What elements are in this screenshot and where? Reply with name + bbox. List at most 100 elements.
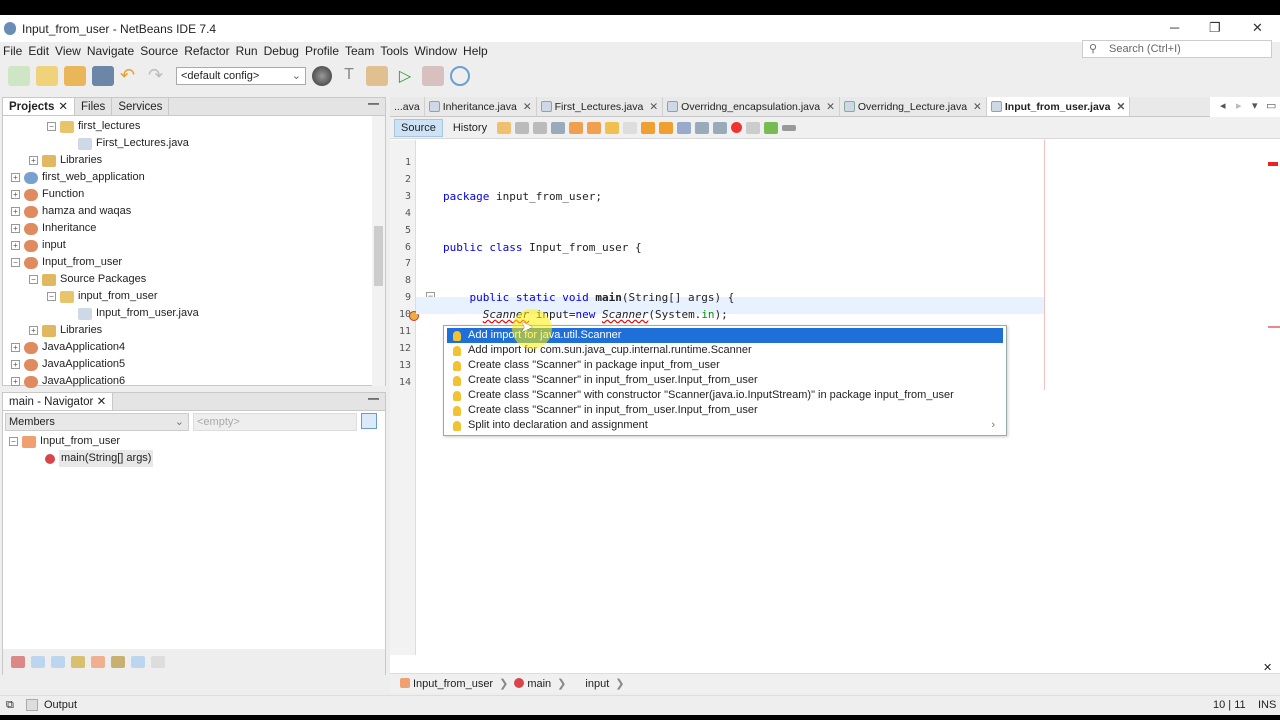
clean-build-icon[interactable]: [366, 66, 388, 86]
error-stripe-line[interactable]: [1268, 326, 1280, 328]
open-project-icon[interactable]: [64, 66, 86, 86]
back-icon[interactable]: [515, 121, 530, 134]
tree-item[interactable]: − first_lectures: [47, 118, 140, 135]
breadcrumb-item[interactable]: input ❯: [572, 677, 624, 690]
minimize-button[interactable]: ─: [1170, 20, 1179, 35]
tab-projects[interactable]: Projects ✕: [3, 98, 76, 115]
undo-icon[interactable]: ↶: [120, 66, 142, 86]
chevron-right-icon[interactable]: ›: [991, 418, 995, 433]
fields-icon[interactable]: [31, 656, 45, 668]
menu-refactor[interactable]: Refactor: [181, 42, 232, 60]
source-tab[interactable]: Source: [394, 118, 443, 137]
build-hammer-icon[interactable]: T: [338, 66, 360, 86]
close-icon[interactable]: ✕: [97, 396, 107, 408]
scroll-tabs-left-icon[interactable]: ◂: [1220, 99, 1226, 112]
save-all-icon[interactable]: [92, 66, 114, 86]
expand-icon[interactable]: +: [11, 224, 20, 233]
non-public-icon[interactable]: [71, 656, 85, 668]
javadoc-icon[interactable]: [111, 656, 125, 668]
new-file-icon[interactable]: [8, 66, 30, 86]
close-button[interactable]: ✕: [1252, 20, 1263, 36]
toggle-highlight-icon[interactable]: [605, 121, 620, 134]
rect-selection-icon[interactable]: [623, 121, 638, 134]
editor-tab[interactable]: First_Lectures.java ✕: [537, 97, 664, 116]
navigator-class[interactable]: Input_from_user: [40, 433, 120, 450]
tree-item[interactable]: + Inheritance: [11, 220, 96, 237]
menu-navigate[interactable]: Navigate: [84, 42, 137, 60]
close-tab-icon[interactable]: ✕: [973, 101, 982, 113]
close-tab-icon[interactable]: ✕: [523, 101, 532, 113]
run-icon[interactable]: ▷: [394, 66, 416, 86]
code-line[interactable]: public static void main(String[] args) {: [443, 289, 734, 306]
inherited-members-icon[interactable]: [11, 656, 25, 668]
restore-output-icon[interactable]: ⧉: [6, 699, 14, 712]
restore-button[interactable]: ❐: [1209, 20, 1221, 36]
static-icon[interactable]: [51, 656, 65, 668]
collapse-icon[interactable]: −: [11, 258, 20, 267]
tree-item[interactable]: Input_from_user.java: [65, 305, 199, 322]
editor-tab[interactable]: Overridng_encapsulation.java ✕: [663, 97, 840, 116]
tab-list-icon[interactable]: ▾: [1252, 99, 1258, 112]
inner-classes-icon[interactable]: [91, 656, 105, 668]
new-project-icon[interactable]: [36, 66, 58, 86]
menu-edit[interactable]: Edit: [25, 42, 52, 60]
uncomment-icon[interactable]: [782, 124, 797, 131]
shift-left-icon[interactable]: [695, 121, 710, 134]
comment-icon[interactable]: [764, 121, 779, 134]
redo-icon[interactable]: ↷: [148, 66, 170, 86]
minimize-panel-button[interactable]: —: [368, 98, 379, 110]
empty-select[interactable]: <empty>: [193, 413, 357, 431]
breadcrumb-item[interactable]: Input_from_user ❯: [400, 677, 508, 690]
tree-item[interactable]: + input: [11, 237, 66, 254]
collapse-icon[interactable]: −: [9, 437, 18, 446]
menu-profile[interactable]: Profile: [302, 42, 342, 60]
search-input[interactable]: ⚲ Search (Ctrl+I): [1082, 40, 1272, 58]
close-breadcrumb-icon[interactable]: ✕: [1263, 661, 1272, 674]
last-edit-icon[interactable]: [497, 121, 512, 134]
menu-tools[interactable]: Tools: [377, 42, 411, 60]
hint-item[interactable]: Split into declaration and assignment ›: [447, 418, 1003, 433]
record-macro-icon[interactable]: [731, 122, 743, 133]
tree-item[interactable]: First_Lectures.java: [65, 135, 189, 152]
collapse-icon[interactable]: −: [47, 292, 56, 301]
hint-item[interactable]: Create class "Scanner" in input_from_use…: [447, 403, 1003, 418]
menu-run[interactable]: Run: [233, 42, 261, 60]
tree-item[interactable]: + hamza and waqas: [11, 203, 131, 220]
code-line[interactable]: package input_from_user;: [443, 188, 602, 205]
error-stripe-mark[interactable]: [1268, 162, 1278, 166]
toggle-bookmark-icon[interactable]: [677, 121, 692, 134]
menu-team[interactable]: Team: [342, 42, 377, 60]
expand-icon[interactable]: +: [11, 360, 20, 369]
collapse-icon[interactable]: −: [29, 275, 38, 284]
menu-window[interactable]: Window: [411, 42, 460, 60]
close-tab-icon[interactable]: ✕: [649, 101, 658, 113]
tree-item[interactable]: + JavaApplication6: [11, 373, 125, 390]
tree-item[interactable]: + JavaApplication4: [11, 339, 125, 356]
next-bookmark-icon[interactable]: [659, 121, 674, 134]
close-tab-icon[interactable]: ✕: [826, 101, 835, 113]
editor-tab[interactable]: ...ava: [390, 97, 425, 116]
find-previous-icon[interactable]: [569, 121, 584, 134]
navigator-method[interactable]: main(String[] args): [59, 450, 154, 467]
hint-item[interactable]: Create class "Scanner" in package input_…: [447, 358, 1003, 373]
browser-icon[interactable]: [312, 66, 332, 86]
hint-item[interactable]: Create class "Scanner" in input_from_use…: [447, 373, 1003, 388]
editor-tab[interactable]: Overridng_Lecture.java ✕: [840, 97, 987, 116]
menu-view[interactable]: View: [52, 42, 84, 60]
expand-icon[interactable]: +: [11, 377, 20, 386]
close-icon[interactable]: ✕: [58, 101, 68, 113]
prev-bookmark-icon[interactable]: [641, 121, 656, 134]
tree-item[interactable]: − input_from_user: [47, 288, 158, 305]
find-next-icon[interactable]: [587, 121, 602, 134]
menu-debug[interactable]: Debug: [261, 42, 302, 60]
config-select[interactable]: <default config> ⌄: [176, 67, 306, 85]
code-line[interactable]: public class Input_from_user {: [443, 239, 642, 256]
output-button[interactable]: Output: [44, 699, 77, 711]
menu-source[interactable]: Source: [137, 42, 181, 60]
tree-item[interactable]: + Libraries: [29, 322, 102, 339]
filter-icon[interactable]: [361, 413, 377, 429]
menu-file[interactable]: File: [0, 42, 25, 60]
expand-icon[interactable]: +: [11, 343, 20, 352]
minimize-navigator-button[interactable]: —: [368, 393, 379, 405]
tree-item[interactable]: − Input_from_user: [11, 254, 122, 271]
